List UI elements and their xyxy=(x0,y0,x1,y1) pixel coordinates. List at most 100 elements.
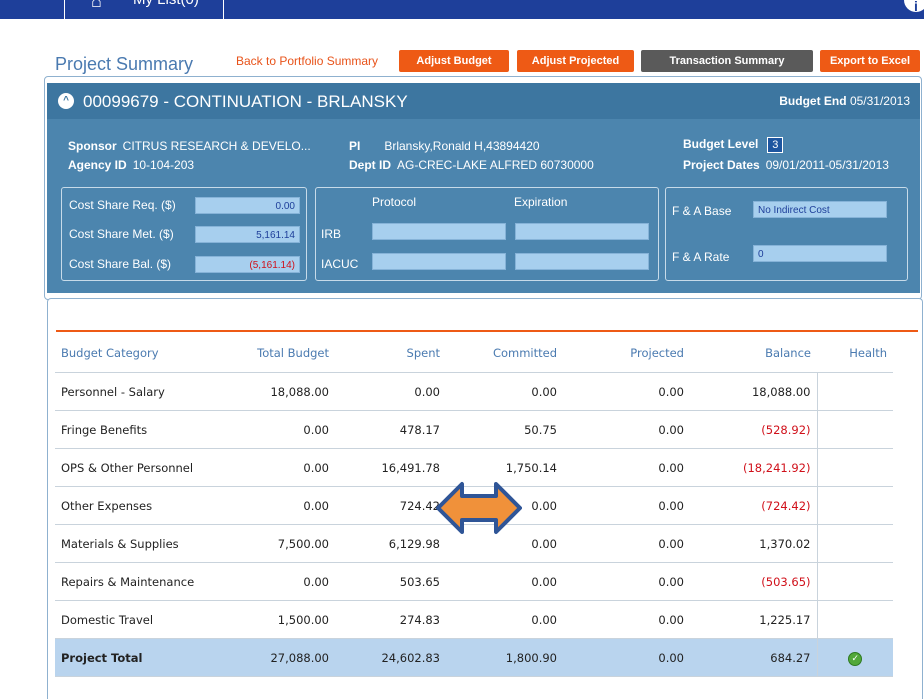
fa-rate-field[interactable]: 0 xyxy=(753,245,887,262)
col-projected[interactable]: Projected xyxy=(563,334,690,373)
dept-field: Dept ID AG-CREC-LAKE ALFRED 60730000 xyxy=(349,158,594,172)
expiration-header: Expiration xyxy=(514,195,568,209)
my-list-label[interactable]: My List(0) xyxy=(133,0,199,8)
row-spent: 503.65 xyxy=(335,562,446,601)
iacuc-label: IACUC xyxy=(321,257,359,271)
fa-base-field[interactable]: No Indirect Cost xyxy=(753,201,887,218)
budget-level-label: Budget Level xyxy=(683,137,759,151)
row-balance: (503.65) xyxy=(690,562,817,601)
cost-share-req-field[interactable]: 0.00 xyxy=(195,197,300,214)
row-committed: 50.75 xyxy=(446,410,563,449)
pi-value: Brlansky,Ronald H,43894420 xyxy=(384,139,540,153)
cost-share-req-label: Cost Share Req. ($) xyxy=(69,198,176,212)
check-circle-icon: ✓ xyxy=(848,651,863,666)
iacuc-protocol-field[interactable] xyxy=(372,253,506,270)
row-committed: 0.00 xyxy=(446,372,563,411)
row-balance: (528.92) xyxy=(690,410,817,449)
row-total: 0.00 xyxy=(222,410,335,449)
row-health xyxy=(816,486,893,525)
total-spent: 24,602.83 xyxy=(335,638,446,677)
row-spent: 6,129.98 xyxy=(335,524,446,563)
adjust-projected-button[interactable]: Adjust Projected xyxy=(517,50,634,72)
row-balance: 1,370.02 xyxy=(690,524,817,563)
help-circle-icon[interactable]: i xyxy=(904,0,924,14)
row-spent: 724.42 xyxy=(335,486,446,525)
cost-share-met-field[interactable]: 5,161.14 xyxy=(195,226,300,243)
row-health xyxy=(816,410,893,449)
back-to-portfolio-link[interactable]: Back to Portfolio Summary xyxy=(236,54,378,68)
row-projected: 0.00 xyxy=(563,524,690,563)
table-row[interactable]: Repairs & Maintenance 0.00 503.65 0.00 0… xyxy=(55,562,893,601)
cost-share-box: Cost Share Req. ($) 0.00 Cost Share Met.… xyxy=(61,187,307,281)
row-total: 18,088.00 xyxy=(222,372,335,411)
budget-end: Budget End 05/31/2013 xyxy=(779,94,910,108)
row-projected: 0.00 xyxy=(563,448,690,487)
row-total: 1,500.00 xyxy=(222,600,335,639)
row-balance: 1,225.17 xyxy=(690,600,817,639)
sponsor-value: CITRUS RESEARCH & DEVELO... xyxy=(122,139,311,153)
project-title-bar: ^ 00099679 - CONTINUATION - BRLANSKY Bud… xyxy=(47,83,920,119)
protocol-box: Protocol Expiration IRB IACUC xyxy=(315,187,659,281)
row-spent: 274.83 xyxy=(335,600,446,639)
cost-share-bal-field[interactable]: (5,161.14) xyxy=(195,256,300,273)
col-budget-category[interactable]: Budget Category xyxy=(55,334,222,373)
irb-label: IRB xyxy=(321,227,342,241)
row-total: 0.00 xyxy=(222,562,335,601)
budget-table-header: Budget Category Total Budget Spent Commi… xyxy=(55,334,893,373)
table-row[interactable]: Personnel - Salary 18,088.00 0.00 0.00 0… xyxy=(55,372,893,411)
project-total-row[interactable]: Project Total 27,088.00 24,602.83 1,800.… xyxy=(55,638,893,677)
project-dates-label: Project Dates xyxy=(683,158,760,172)
col-spent[interactable]: Spent xyxy=(335,334,446,373)
double-arrow-icon xyxy=(436,482,522,534)
row-balance: (18,241.92) xyxy=(690,448,817,487)
row-health xyxy=(816,562,893,601)
fa-base-label: F & A Base xyxy=(672,204,732,218)
row-projected: 0.00 xyxy=(563,486,690,525)
row-projected: 0.00 xyxy=(563,600,690,639)
total-category: Project Total xyxy=(55,638,222,677)
project-dates-value: 09/01/2011-05/31/2013 xyxy=(765,158,889,172)
iacuc-expiration-field[interactable] xyxy=(515,253,649,270)
row-health xyxy=(816,600,893,639)
cost-share-met-label: Cost Share Met. ($) xyxy=(69,227,174,241)
page-title: Project Summary xyxy=(55,54,194,74)
home-icon[interactable]: ⌂ xyxy=(91,0,102,12)
budget-level-value[interactable]: 3 xyxy=(767,137,784,153)
agency-field: Agency ID 10-104-203 xyxy=(68,158,194,172)
row-health xyxy=(816,448,893,487)
dept-label: Dept ID xyxy=(349,158,391,172)
col-health[interactable]: Health xyxy=(817,334,893,373)
agency-value: 10-104-203 xyxy=(132,158,195,172)
f-and-a-box: F & A Base No Indirect Cost F & A Rate 0 xyxy=(665,187,908,281)
transaction-summary-button[interactable]: Transaction Summary xyxy=(641,50,813,72)
total-committed: 1,800.90 xyxy=(446,638,563,677)
row-total: 0.00 xyxy=(222,448,335,487)
agency-label: Agency ID xyxy=(68,158,127,172)
budget-end-label: Budget End xyxy=(779,94,847,108)
irb-expiration-field[interactable] xyxy=(515,223,649,240)
sponsor-field: Sponsor CITRUS RESEARCH & DEVELO... xyxy=(68,139,311,153)
row-category: Domestic Travel xyxy=(55,600,222,639)
budget-end-value: 05/31/2013 xyxy=(849,94,910,108)
table-row[interactable]: Fringe Benefits 0.00 478.17 50.75 0.00 (… xyxy=(55,410,893,449)
accent-divider xyxy=(56,330,918,332)
collapse-icon[interactable]: ^ xyxy=(58,93,74,109)
sponsor-label: Sponsor xyxy=(68,139,117,153)
fa-rate-label: F & A Rate xyxy=(672,250,730,264)
export-to-excel-button[interactable]: Export to Excel xyxy=(820,50,920,72)
row-health xyxy=(816,524,893,563)
table-row[interactable]: Domestic Travel 1,500.00 274.83 0.00 0.0… xyxy=(55,600,893,639)
row-spent: 16,491.78 xyxy=(335,448,446,487)
row-category: OPS & Other Personnel xyxy=(55,448,222,487)
col-balance[interactable]: Balance xyxy=(690,334,817,373)
irb-protocol-field[interactable] xyxy=(372,223,506,240)
col-total-budget[interactable]: Total Budget xyxy=(222,334,335,373)
my-list-tab[interactable]: ⌂ My List(0) xyxy=(64,0,224,19)
top-nav-bar: ⌂ My List(0) i xyxy=(0,0,924,19)
col-committed[interactable]: Committed xyxy=(446,334,563,373)
row-category: Personnel - Salary xyxy=(55,372,222,411)
adjust-budget-button[interactable]: Adjust Budget xyxy=(399,50,509,72)
row-category: Materials & Supplies xyxy=(55,524,222,563)
budget-level-field: Budget Level 3 xyxy=(683,137,784,153)
row-projected: 0.00 xyxy=(563,410,690,449)
